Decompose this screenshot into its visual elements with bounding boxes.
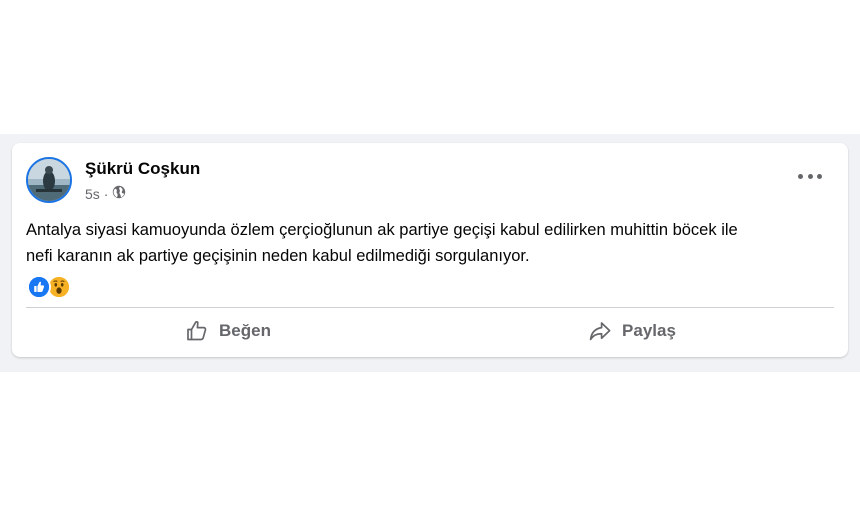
like-button[interactable]: Beğen: [26, 311, 430, 351]
like-reaction-icon: [27, 275, 51, 299]
post-card: Şükrü Coşkun 5s · Antalya siyasi kamuoyu…: [12, 143, 848, 357]
meta-separator: ·: [103, 185, 109, 202]
post-timestamp[interactable]: 5s: [85, 186, 100, 202]
share-button[interactable]: Paylaş: [430, 311, 834, 351]
like-label: Beğen: [219, 321, 271, 340]
more-options-button[interactable]: [798, 169, 822, 183]
dot-icon: [817, 173, 822, 179]
share-arrow-icon: [589, 322, 611, 341]
reactions-summary[interactable]: [27, 275, 71, 299]
dot-icon: [798, 173, 803, 179]
share-label: Paylaş: [622, 321, 676, 340]
author-name[interactable]: Şükrü Coşkun: [85, 159, 200, 179]
post-meta: 5s ·: [85, 185, 126, 202]
post-actions: Beğen Paylaş: [26, 311, 834, 351]
avatar-image: [28, 159, 70, 201]
globe-icon[interactable]: [112, 185, 126, 202]
action-divider: [26, 307, 834, 308]
thumbs-up-icon: [187, 320, 207, 341]
dot-icon: [807, 173, 813, 179]
avatar[interactable]: [26, 157, 72, 203]
post-text: Antalya siyasi kamuoyunda özlem çerçioğl…: [26, 221, 738, 265]
